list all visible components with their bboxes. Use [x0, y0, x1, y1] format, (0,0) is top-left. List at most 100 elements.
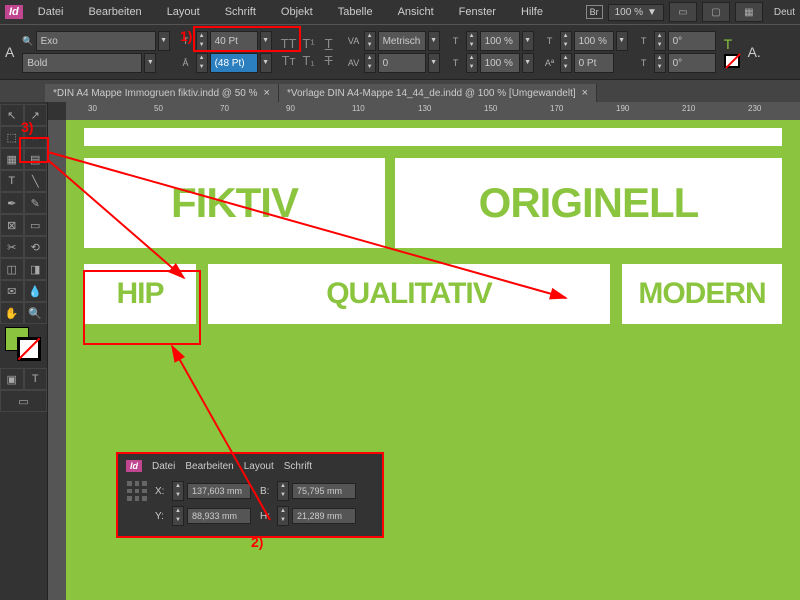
gradient-swatch-tool[interactable]: ◫	[0, 258, 24, 280]
w-field[interactable]: 75,795 mm	[292, 483, 356, 499]
superscript-icon[interactable]: T¹	[300, 36, 318, 51]
stroke-swatch-icon[interactable]	[724, 54, 740, 68]
view-mode-normal[interactable]: ▭	[0, 390, 47, 412]
size-dropdown-icon[interactable]: ▼	[260, 31, 272, 51]
sk-stepper[interactable]: ▲▼	[654, 31, 666, 51]
eyedropper-tool[interactable]: 💧	[24, 280, 48, 302]
rectangle-frame-tool[interactable]: ⊠	[0, 214, 24, 236]
font-dropdown-icon[interactable]: ▼	[158, 31, 170, 51]
leading-stepper[interactable]: ▲▼	[196, 53, 208, 73]
subscript-icon[interactable]: T₁	[300, 53, 318, 68]
track-dd-icon[interactable]: ▼	[428, 53, 440, 73]
type-tool[interactable]: T	[0, 170, 24, 192]
format-container-icon[interactable]: ▣	[0, 368, 24, 390]
weight-dropdown-icon[interactable]: ▼	[144, 53, 156, 73]
y-field[interactable]: 88,933 mm	[187, 508, 251, 524]
free-transform-tool[interactable]: ⟲	[24, 236, 48, 258]
vscale-field[interactable]: 100 %	[480, 31, 520, 51]
menu-bearbeiten[interactable]: Bearbeiten	[78, 4, 151, 20]
charstyle-icon[interactable]: A.	[748, 44, 761, 60]
allcaps-icon[interactable]: TT	[280, 36, 298, 51]
menu-tabelle[interactable]: Tabelle	[328, 4, 383, 20]
menu-datei[interactable]: Datei	[28, 4, 74, 20]
kerning-field[interactable]: Metrisch	[378, 31, 426, 51]
fill-stroke-swatch[interactable]	[3, 327, 44, 365]
x-field[interactable]: 137,603 mm	[187, 483, 251, 499]
gradient-feather-tool[interactable]: ◨	[24, 258, 48, 280]
note-tool[interactable]: ✉	[0, 280, 24, 302]
pen-tool[interactable]: ✒	[0, 192, 24, 214]
menu-schrift[interactable]: Schrift	[215, 4, 266, 20]
vs2-dd-icon[interactable]: ▼	[616, 31, 628, 51]
vs2-stepper[interactable]: ▲▼	[560, 31, 572, 51]
menu-objekt[interactable]: Objekt	[271, 4, 323, 20]
header-strip[interactable]	[84, 128, 782, 146]
strike-icon[interactable]: T	[320, 53, 338, 68]
baseline-field[interactable]: 0 Pt	[574, 53, 614, 73]
menu-hilfe[interactable]: Hilfe	[511, 4, 553, 20]
rectangle-tool[interactable]: ▭	[24, 214, 48, 236]
transform-popup[interactable]: Id Datei Bearbeiten Layout Schrift X:▲▼1…	[116, 452, 384, 538]
tab2-close-icon[interactable]: ×	[582, 87, 588, 99]
size-stepper[interactable]: ▲▼	[196, 31, 208, 51]
stroke-swatch[interactable]	[17, 337, 41, 361]
h-stepper[interactable]: ▲▼	[277, 506, 289, 526]
content-placer-tool[interactable]: ▤	[24, 148, 48, 170]
kerning-stepper[interactable]: ▲▼	[364, 31, 376, 51]
page-tool[interactable]: ⬚	[0, 126, 24, 148]
h-field[interactable]: 21,289 mm	[292, 508, 356, 524]
vertical-ruler[interactable]	[48, 120, 66, 600]
tracking-stepper[interactable]: ▲▼	[364, 53, 376, 73]
sk-field[interactable]: 0°	[668, 31, 716, 51]
rot-field[interactable]: 0°	[668, 53, 716, 73]
scissors-tool[interactable]: ✂	[0, 236, 24, 258]
char-mode-icon[interactable]: A	[5, 44, 14, 60]
tracking-field[interactable]: 0	[378, 53, 426, 73]
x-stepper[interactable]: ▲▼	[172, 481, 184, 501]
leading-field[interactable]: (48 Pt)	[210, 53, 258, 73]
content-collector-tool[interactable]: ▦	[0, 148, 24, 170]
vs2-field[interactable]: 100 %	[574, 31, 614, 51]
line-tool[interactable]: ╲	[24, 170, 48, 192]
kern-dd-icon[interactable]: ▼	[428, 31, 440, 51]
leading-dropdown-icon[interactable]: ▼	[260, 53, 272, 73]
menu-fenster[interactable]: Fenster	[449, 4, 506, 20]
underline-icon[interactable]: T	[320, 36, 338, 51]
bridge-icon[interactable]: Br	[586, 5, 603, 19]
text-frame-hip[interactable]: HIP	[84, 264, 196, 324]
w-stepper[interactable]: ▲▼	[277, 481, 289, 501]
rot-stepper[interactable]: ▲▼	[654, 53, 666, 73]
selection-tool[interactable]: ↖	[0, 104, 24, 126]
menu-ansicht[interactable]: Ansicht	[388, 4, 444, 20]
hand-tool[interactable]: ✋	[0, 302, 24, 324]
font-size-field[interactable]: 40 Pt	[210, 31, 258, 51]
doc-tab-2[interactable]: *Vorlage DIN A4-Mappe 14_44_de.indd @ 10…	[279, 84, 597, 102]
zoom-dropdown[interactable]: 100 % ▼	[608, 4, 664, 21]
vscale-dd-icon[interactable]: ▼	[522, 31, 534, 51]
y-stepper[interactable]: ▲▼	[172, 506, 184, 526]
hscale-dd-icon[interactable]: ▼	[522, 53, 534, 73]
horizontal-ruler[interactable]: 30 50 70 90 110 130 150 170 190 210 230	[66, 102, 800, 120]
font-weight-field[interactable]: Bold	[22, 53, 142, 73]
screen-mode-icon[interactable]: ▢	[702, 2, 730, 22]
popup-menu-schrift[interactable]: Schrift	[284, 461, 312, 472]
text-frame-modern[interactable]: MODERN	[622, 264, 782, 324]
popup-menu-datei[interactable]: Datei	[152, 461, 175, 472]
baseline-stepper[interactable]: ▲▼	[560, 53, 572, 73]
arrange-icon[interactable]: ▦	[735, 2, 763, 22]
popup-menu-layout[interactable]: Layout	[244, 461, 274, 472]
format-text-icon[interactable]: T	[24, 368, 48, 390]
smallcaps-icon[interactable]: Tᴛ	[280, 53, 298, 68]
hscale-field[interactable]: 100 %	[480, 53, 520, 73]
text-frame-originell[interactable]: ORIGINELL	[395, 158, 782, 248]
text-frame-fiktiv[interactable]: FIKTIV	[84, 158, 385, 248]
text-frame-qualitativ[interactable]: QUALITATIV	[208, 264, 610, 324]
fill-color-icon[interactable]: T	[724, 36, 740, 52]
hscale-stepper[interactable]: ▲▼	[466, 53, 478, 73]
pencil-tool[interactable]: ✎	[24, 192, 48, 214]
doc-tab-1[interactable]: *DIN A4 Mappe Immogruen fiktiv.indd @ 50…	[45, 84, 279, 102]
menu-layout[interactable]: Layout	[157, 4, 210, 20]
popup-menu-bearbeiten[interactable]: Bearbeiten	[185, 461, 233, 472]
reference-point-grid[interactable]	[126, 480, 148, 502]
tab1-close-icon[interactable]: ×	[264, 87, 270, 99]
